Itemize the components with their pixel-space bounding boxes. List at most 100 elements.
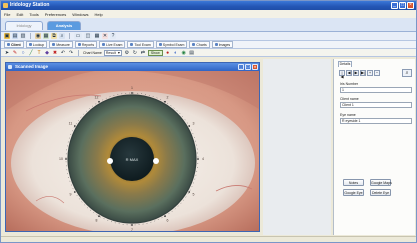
layout-single-icon[interactable]: ▭ xyxy=(74,33,82,39)
image-icon[interactable]: ▦ xyxy=(43,33,49,39)
record-icon[interactable]: ● xyxy=(165,50,171,56)
zoom-icon[interactable]: ⌕ xyxy=(59,33,65,39)
chart-tick-label: 12 xyxy=(95,96,99,100)
panel-tab-images[interactable]: Images xyxy=(211,41,234,48)
delete-eye-button[interactable]: Delete Eye xyxy=(370,189,391,196)
color-icon[interactable]: ◐ xyxy=(173,50,179,56)
panel-tab-lookup[interactable]: Lookup xyxy=(25,41,48,48)
line-icon[interactable]: ╱ xyxy=(28,50,34,56)
chart-name-select[interactable]: Result xyxy=(103,49,122,56)
image-window-controls: _ □ × xyxy=(238,64,258,70)
title-bar: Iridology Station _ □ × xyxy=(1,1,416,10)
panel-tab-label: Images xyxy=(218,42,231,47)
marker-icon[interactable]: ◆ xyxy=(44,50,50,56)
panel-tab-tool-exam[interactable]: Tool Exam xyxy=(127,41,154,48)
iris-number-field[interactable]: 1 xyxy=(340,87,412,93)
tab-iridology[interactable]: Iridology xyxy=(5,21,43,30)
grid-icon[interactable]: ▦ xyxy=(94,33,100,39)
menu-edit[interactable]: Edit xyxy=(16,12,23,17)
menu-windows[interactable]: Windows xyxy=(72,12,88,17)
circle-icon[interactable]: ○ xyxy=(20,50,26,56)
charts-icon xyxy=(192,43,196,46)
nav-first-button[interactable]: |◀ xyxy=(339,70,345,79)
drawing-toolbar: ➤ ✎ ○ ╱ T ◆ ✖ ↶ ↷ Chart Name Result ⚙ ↻ … xyxy=(1,49,416,57)
tab-analysis[interactable]: Analysis xyxy=(47,21,81,30)
settings-icon[interactable]: ⚙ xyxy=(124,50,130,56)
save-icon[interactable]: ▤ xyxy=(12,33,18,39)
panel-tab-label: Lookup xyxy=(32,42,45,47)
main-toolbar: ▣ ▤ ▥ ◉ ▦ ⧉ ⌕ ▭ ◫ ▦ ✕ ? xyxy=(1,32,416,41)
menu-tools[interactable]: Tools xyxy=(29,12,38,17)
chart-tick-marker xyxy=(73,191,76,193)
panel-tab-live-exam[interactable]: Live Exam xyxy=(99,41,126,48)
light-reflection xyxy=(107,158,113,164)
undo-icon[interactable]: ↶ xyxy=(60,50,66,56)
image-minimize-button[interactable]: _ xyxy=(238,64,244,70)
flip-icon[interactable]: ⇄ xyxy=(140,50,146,56)
panel-tab-measure[interactable]: Measure xyxy=(49,41,73,48)
panel-tab-reports[interactable]: Reports xyxy=(74,41,98,48)
print-icon[interactable]: ▥ xyxy=(20,33,26,39)
nav-next-button[interactable]: ▶ xyxy=(353,70,359,76)
redo-icon[interactable]: ↷ xyxy=(68,50,74,56)
text-tool-icon[interactable]: T xyxy=(36,50,42,56)
nav-last-button[interactable]: ▶| xyxy=(360,70,366,76)
close-button[interactable]: × xyxy=(407,2,414,9)
chart-tick-marker xyxy=(131,224,133,226)
delete-icon[interactable]: ✕ xyxy=(102,33,108,39)
refresh-icon[interactable]: ↻ xyxy=(132,50,138,56)
chart-tick-label: 8 xyxy=(96,219,98,223)
layout-split-icon[interactable]: ◫ xyxy=(84,33,92,39)
compare-icon[interactable]: ⧉ xyxy=(51,33,57,39)
light-reflection xyxy=(153,158,159,164)
magnifier-icon[interactable]: ⌕ xyxy=(402,69,412,77)
window-title: Iridology Station xyxy=(10,2,50,8)
chart-tick-marker xyxy=(197,158,199,160)
panel-tabs-bar: Client Lookup Measure Reports Live Exam … xyxy=(1,41,416,49)
image-window-title: Scanned Image xyxy=(15,64,49,69)
chart-tick-marker xyxy=(65,158,67,160)
arrow-icon[interactable]: ➤ xyxy=(4,50,10,56)
menu-preferences[interactable]: Preferences xyxy=(45,12,67,17)
details-tab[interactable]: Details xyxy=(338,61,352,67)
notes-button[interactable]: Notes xyxy=(343,179,364,186)
erase-icon[interactable]: ✖ xyxy=(52,50,58,56)
eye-name-label: Eye name xyxy=(340,113,356,117)
open-folder-icon[interactable]: ▣ xyxy=(4,33,10,39)
menu-help[interactable]: Help xyxy=(95,12,103,17)
maximize-button[interactable]: □ xyxy=(399,2,406,9)
chart-tick-label: 2 xyxy=(167,96,169,100)
reports-icon xyxy=(77,43,81,46)
panel-tab-charts[interactable]: Charts xyxy=(189,41,210,48)
image-window-titlebar: Scanned Image _ □ × xyxy=(6,63,259,71)
menu-file[interactable]: File xyxy=(4,12,10,17)
nav-prev-button[interactable]: ◀ xyxy=(346,70,352,76)
panel-tab-symbol-exam[interactable]: Symbol Exam xyxy=(155,41,188,48)
google-maps-button[interactable]: Google Maps xyxy=(370,179,392,186)
menu-bar: File Edit Tools Preferences Windows Help xyxy=(1,10,416,18)
toolbar-divider xyxy=(69,33,70,39)
panel-tab-label: Tool Exam xyxy=(134,42,151,47)
chart-tick-label: 4 xyxy=(202,157,204,161)
show-chart-button[interactable]: Show xyxy=(147,49,163,56)
panel-tab-client[interactable]: Client xyxy=(4,41,24,48)
application-window: Iridology Station _ □ × File Edit Tools … xyxy=(0,0,417,243)
nav-remove-button[interactable]: − xyxy=(374,70,380,76)
details-panel: Details |◀ ◀ ▶ ▶| + − ⌕ Iris Number 1 Cl… xyxy=(333,59,415,235)
minimize-button[interactable]: _ xyxy=(391,2,398,9)
pupil-label: R MAX xyxy=(126,157,139,162)
image-maximize-button[interactable]: □ xyxy=(245,64,251,70)
help-icon[interactable]: ? xyxy=(110,33,116,39)
eye-name-field[interactable]: R eyeside 1 xyxy=(340,118,412,124)
image-close-button[interactable]: × xyxy=(252,64,258,70)
nav-add-button[interactable]: + xyxy=(367,70,373,76)
capture-icon[interactable]: ◉ xyxy=(181,50,187,56)
pen-icon[interactable]: ✎ xyxy=(12,50,18,56)
camera-icon[interactable]: ◉ xyxy=(35,33,41,39)
google-eye-button[interactable]: Google Eye xyxy=(343,189,364,196)
panel-tab-label: Measure xyxy=(56,42,70,47)
client-name-field[interactable]: Client 1 xyxy=(340,102,412,108)
iris-image-canvas[interactable]: 1 2 3 4 5 6 7 8 9 10 11 12 R MAX xyxy=(6,71,259,231)
chart-tick-label: 10 xyxy=(59,157,63,161)
stats-icon[interactable]: ▤ xyxy=(189,50,195,56)
